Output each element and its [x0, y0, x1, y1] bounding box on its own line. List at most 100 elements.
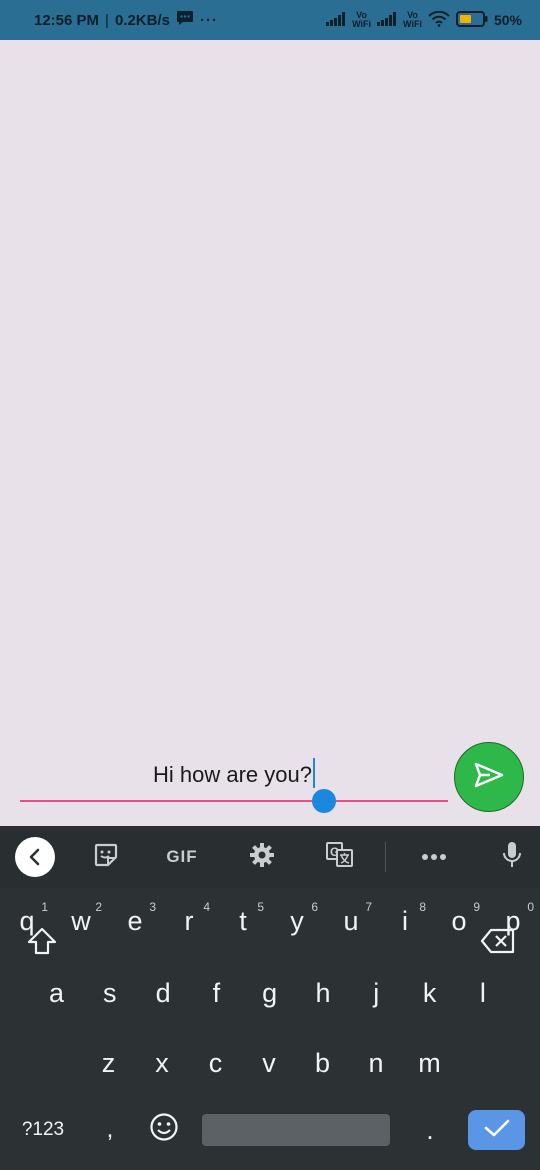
key-o[interactable]: o9 [432, 890, 486, 952]
key-w[interactable]: w2 [54, 890, 108, 952]
message-text: Hi how are you? [153, 762, 312, 787]
sticker-button[interactable] [88, 826, 124, 888]
key-g[interactable]: g [243, 962, 296, 1024]
key-y[interactable]: y6 [270, 890, 324, 952]
key-label: h [315, 977, 331, 1008]
status-right: Vo WiFi Vo WiFi 50% [326, 0, 522, 40]
battery-icon [455, 10, 488, 30]
more-options-button[interactable] [416, 826, 452, 888]
key-number-hint: 9 [473, 900, 480, 914]
key-label: g [262, 977, 278, 1008]
key-label: v [262, 1047, 276, 1078]
key-x[interactable]: x [136, 1032, 189, 1094]
key-n[interactable]: n [350, 1032, 403, 1094]
key-label: d [155, 977, 171, 1008]
key-number-hint: 0 [527, 900, 534, 914]
key-s[interactable]: s [83, 962, 136, 1024]
keyboard-toolbar: GIF G [0, 826, 540, 888]
key-label: a [48, 977, 65, 1008]
message-input[interactable]: Hi how are you? [20, 750, 448, 813]
key-u[interactable]: u7 [324, 890, 378, 952]
key-j[interactable]: j [350, 962, 403, 1024]
cursor-handle[interactable] [312, 789, 336, 813]
key-label: o [451, 905, 467, 936]
key-label: z [101, 1047, 116, 1078]
key-z[interactable]: z [82, 1032, 135, 1094]
key-label: s [103, 977, 117, 1008]
key-h[interactable]: h [297, 962, 350, 1024]
key-label: k [422, 977, 437, 1008]
text-cursor [312, 758, 315, 788]
key-label: b [314, 1047, 331, 1078]
wifi-icon [428, 10, 450, 30]
key-f[interactable]: f [190, 962, 243, 1024]
key-a[interactable]: a [30, 962, 83, 1024]
key-number-hint: 7 [365, 900, 372, 914]
key-q[interactable]: q1 [0, 890, 54, 952]
key-number-hint: 5 [257, 900, 264, 914]
gear-icon [249, 842, 275, 873]
enter-key[interactable] [468, 1110, 525, 1150]
more-horizontal-icon [421, 848, 447, 866]
key-d[interactable]: d [137, 962, 190, 1024]
send-button[interactable] [454, 742, 524, 812]
key-label: e [127, 905, 143, 936]
key-number-hint: 2 [95, 900, 102, 914]
key-label: w [71, 905, 91, 936]
sticker-icon [93, 842, 119, 873]
chat-messages-area[interactable] [0, 40, 540, 826]
key-label: u [343, 905, 359, 936]
comma-key[interactable]: , [90, 1110, 130, 1150]
key-r[interactable]: r4 [162, 890, 216, 952]
message-input-text[interactable]: Hi how are you? [20, 758, 448, 788]
key-m[interactable]: m [403, 1032, 456, 1094]
send-icon [474, 762, 504, 793]
status-separator: | [105, 11, 109, 29]
emoji-icon [149, 1112, 179, 1149]
key-label: f [212, 977, 221, 1008]
settings-button[interactable] [244, 826, 280, 888]
key-c[interactable]: c [189, 1032, 242, 1094]
voice-input-button[interactable] [494, 826, 530, 888]
status-left: 12:56 PM | 0.2KB/s ··· [34, 0, 218, 40]
key-label: m [418, 1047, 441, 1078]
key-label: y [290, 905, 304, 936]
keyboard: GIF G ?123 , . q 1 w 2 e 3 r 4 t 5 y 6 u… [0, 826, 540, 1170]
microphone-icon [502, 841, 522, 874]
vowifi-1-label: Vo WiFi [352, 10, 372, 29]
period-label: . [426, 1114, 434, 1145]
vowifi-2-label: Vo WiFi [403, 10, 422, 29]
key-label: i [402, 905, 408, 936]
key-number-hint: 3 [149, 900, 156, 914]
more-notifications-icon: ··· [199, 11, 218, 29]
key-b[interactable]: b [296, 1032, 349, 1094]
key-v[interactable]: v [243, 1032, 296, 1094]
emoji-key[interactable] [144, 1110, 184, 1150]
key-k[interactable]: k [403, 962, 456, 1024]
message-notification-icon [176, 10, 194, 30]
gif-button[interactable]: GIF [160, 826, 204, 888]
signal-bars-icon [377, 11, 397, 29]
checkmark-icon [483, 1118, 511, 1143]
key-label: t [239, 905, 247, 936]
comma-label: , [106, 1116, 114, 1143]
key-label: l [479, 977, 486, 1008]
symbols-label: ?123 [21, 1119, 65, 1140]
space-bar[interactable] [202, 1114, 390, 1146]
gif-label: GIF [166, 847, 198, 866]
period-key[interactable]: . [412, 1110, 448, 1150]
key-number-hint: 1 [41, 900, 48, 914]
key-label: x [155, 1047, 169, 1078]
key-i[interactable]: i8 [378, 890, 432, 952]
key-l[interactable]: l [456, 962, 509, 1024]
symbols-key[interactable]: ?123 [14, 1110, 72, 1150]
collapse-toolbar-button[interactable] [14, 826, 56, 888]
key-e[interactable]: e3 [108, 890, 162, 952]
translate-button[interactable]: G [322, 826, 358, 888]
key-p[interactable]: p0 [486, 890, 540, 952]
input-underline [20, 800, 448, 802]
key-label: c [208, 1047, 223, 1078]
key-t[interactable]: t5 [216, 890, 270, 952]
key-label: j [373, 977, 380, 1008]
key-number-hint: 4 [203, 900, 210, 914]
